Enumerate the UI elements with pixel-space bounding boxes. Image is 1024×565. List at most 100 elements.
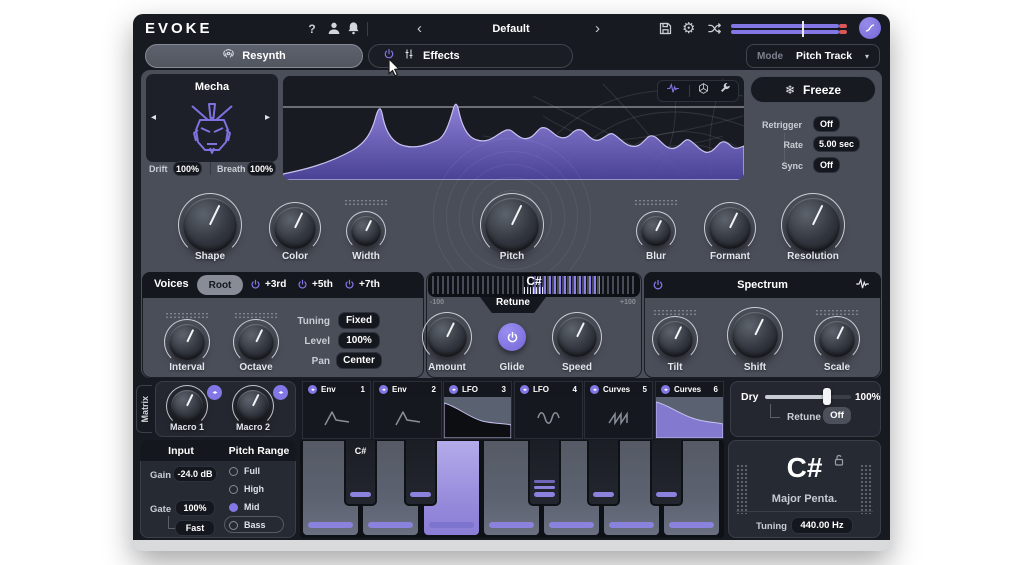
matrix-retune-value[interactable]: Off — [823, 407, 851, 424]
tuning-value[interactable]: Fixed — [338, 312, 380, 329]
lock-icon[interactable] — [833, 454, 845, 472]
formant-knob[interactable] — [709, 207, 751, 249]
pitch-range-option-mid[interactable]: Mid — [229, 502, 260, 512]
model-next-icon[interactable]: ▸ — [265, 112, 270, 123]
tuning-ref-value[interactable]: 440.00 Hz — [791, 517, 853, 534]
dry-slider-handle[interactable] — [823, 388, 831, 405]
radio-icon — [229, 467, 238, 476]
mod-slot-curves6[interactable]: ◂▸Curves6 — [655, 381, 724, 439]
window-bottom-strip[interactable] — [133, 540, 890, 551]
key-black-asharp[interactable] — [650, 440, 683, 506]
matrix-tab[interactable]: Matrix — [136, 385, 152, 433]
macro2-bipolar-button[interactable]: ◂▸ — [273, 385, 288, 400]
pitch-range-option-full[interactable]: Full — [229, 466, 260, 476]
output-level-slider[interactable] — [731, 24, 847, 34]
preset-name[interactable]: Default — [451, 23, 571, 35]
saw-wave-icon — [605, 408, 633, 428]
blur-knob[interactable] — [641, 216, 671, 246]
settings-gear-icon[interactable]: ⚙ — [682, 19, 695, 37]
mod-slot-lfo4[interactable]: ◂▸LFO4 — [514, 381, 583, 439]
hexagon-model-icon[interactable] — [697, 82, 710, 100]
voice-root-button[interactable]: Root — [197, 275, 243, 295]
key-black-csharp[interactable]: C# — [344, 440, 377, 506]
save-icon[interactable] — [658, 21, 673, 36]
sync-value[interactable]: Off — [813, 157, 840, 173]
macro1-knob[interactable] — [171, 390, 203, 422]
octave-knob[interactable] — [238, 324, 274, 360]
mode-dropdown[interactable]: Mode Pitch Track ▾ — [746, 44, 880, 68]
key-black-gsharp[interactable] — [587, 440, 620, 506]
mod-slot-lfo3[interactable]: ◂▸LFO3 — [443, 381, 512, 439]
spectrum-wave-icon[interactable] — [854, 277, 871, 296]
gate-value[interactable]: 100% — [175, 500, 215, 516]
speed-knob[interactable] — [557, 317, 597, 357]
color-knob-label: Color — [282, 251, 308, 262]
drift-value[interactable]: 100% — [173, 161, 202, 176]
tab-resynth[interactable]: Resynth — [145, 44, 363, 68]
preset-next-icon[interactable]: › — [595, 20, 600, 37]
scale-knob[interactable] — [819, 321, 855, 357]
retune-tuner-display[interactable]: C# — [428, 273, 640, 297]
preset-prev-icon[interactable]: ‹ — [417, 20, 422, 37]
pitch-range-option-high[interactable]: High — [229, 484, 264, 494]
scale-root-note[interactable]: C# — [728, 452, 881, 484]
interval-knob[interactable] — [169, 324, 205, 360]
slider-tick — [802, 21, 804, 37]
shape-knob[interactable] — [183, 198, 237, 252]
mod-slot-curves5[interactable]: ◂▸Curves5 — [584, 381, 653, 439]
tilt-knob[interactable] — [657, 321, 693, 357]
voice-7th-button[interactable]: +7th — [344, 279, 380, 290]
curve-tool-button[interactable] — [859, 17, 881, 39]
mode-label: Mode — [757, 51, 783, 62]
mod-slot-env2[interactable]: ◂▸Env2 — [373, 381, 442, 439]
wrench-icon[interactable] — [718, 82, 731, 100]
dry-card — [730, 381, 881, 437]
interval-drag-dots — [165, 312, 209, 319]
voice-5th-button[interactable]: +5th — [297, 279, 333, 290]
gate-speed-value[interactable]: Fast — [175, 520, 215, 536]
radio-icon — [229, 485, 238, 494]
rate-value[interactable]: 5.00 sec — [813, 136, 860, 152]
model-prev-icon[interactable]: ◂ — [151, 112, 156, 123]
dry-label: Dry — [741, 391, 759, 403]
macro2-knob[interactable] — [237, 390, 269, 422]
glide-power-button[interactable] — [498, 323, 526, 351]
width-knob[interactable] — [351, 216, 381, 246]
macro1-bipolar-button[interactable]: ◂▸ — [207, 385, 222, 400]
retrigger-value[interactable]: Off — [813, 116, 840, 132]
scale-name[interactable]: Major Penta. — [728, 493, 881, 505]
amount-knob[interactable] — [427, 317, 467, 357]
waveform-view-icon[interactable] — [665, 82, 681, 100]
help-icon[interactable]: ? — [305, 21, 319, 37]
snowflake-icon: ❄ — [785, 83, 795, 97]
key-black-fsharp-active[interactable] — [528, 440, 561, 506]
dry-slider-track[interactable] — [765, 395, 851, 399]
spectrum-title: Spectrum — [644, 279, 881, 291]
shuffle-icon[interactable] — [706, 21, 722, 36]
mod-curve-chart — [444, 397, 511, 438]
pan-value[interactable]: Center — [336, 352, 382, 369]
pitch-range-option-bass[interactable]: Bass — [229, 520, 266, 530]
tuning-ref-label: Tuning — [756, 521, 787, 532]
gain-value[interactable]: -24.0 dB — [173, 466, 217, 482]
mod-source-icon: ◂▸ — [661, 385, 670, 394]
breath-value[interactable]: 100% — [247, 161, 276, 176]
formant-knob-label: Formant — [710, 251, 750, 262]
voice-3rd-button[interactable]: +3rd — [250, 279, 286, 290]
color-knob[interactable] — [274, 207, 316, 249]
pitch-knob[interactable] — [485, 198, 539, 252]
key-black-dsharp[interactable] — [404, 440, 437, 506]
mod-slot-env1[interactable]: ◂▸Env1 — [302, 381, 371, 439]
level-value[interactable]: 100% — [338, 332, 380, 349]
resolution-knob[interactable] — [786, 198, 840, 252]
mod-slot-name: LFO — [533, 385, 569, 394]
user-icon[interactable] — [326, 20, 342, 36]
model-selector-card[interactable]: Mecha ◂ ▸ — [146, 74, 278, 162]
pan-label: Pan — [290, 356, 330, 367]
bell-icon[interactable] — [346, 20, 361, 36]
freeze-button[interactable]: ❄ Freeze — [750, 76, 876, 103]
shift-knob[interactable] — [732, 312, 778, 358]
clip-indicator — [839, 30, 847, 34]
clip-indicator — [839, 24, 847, 28]
blur-knob-label: Blur — [646, 251, 666, 262]
